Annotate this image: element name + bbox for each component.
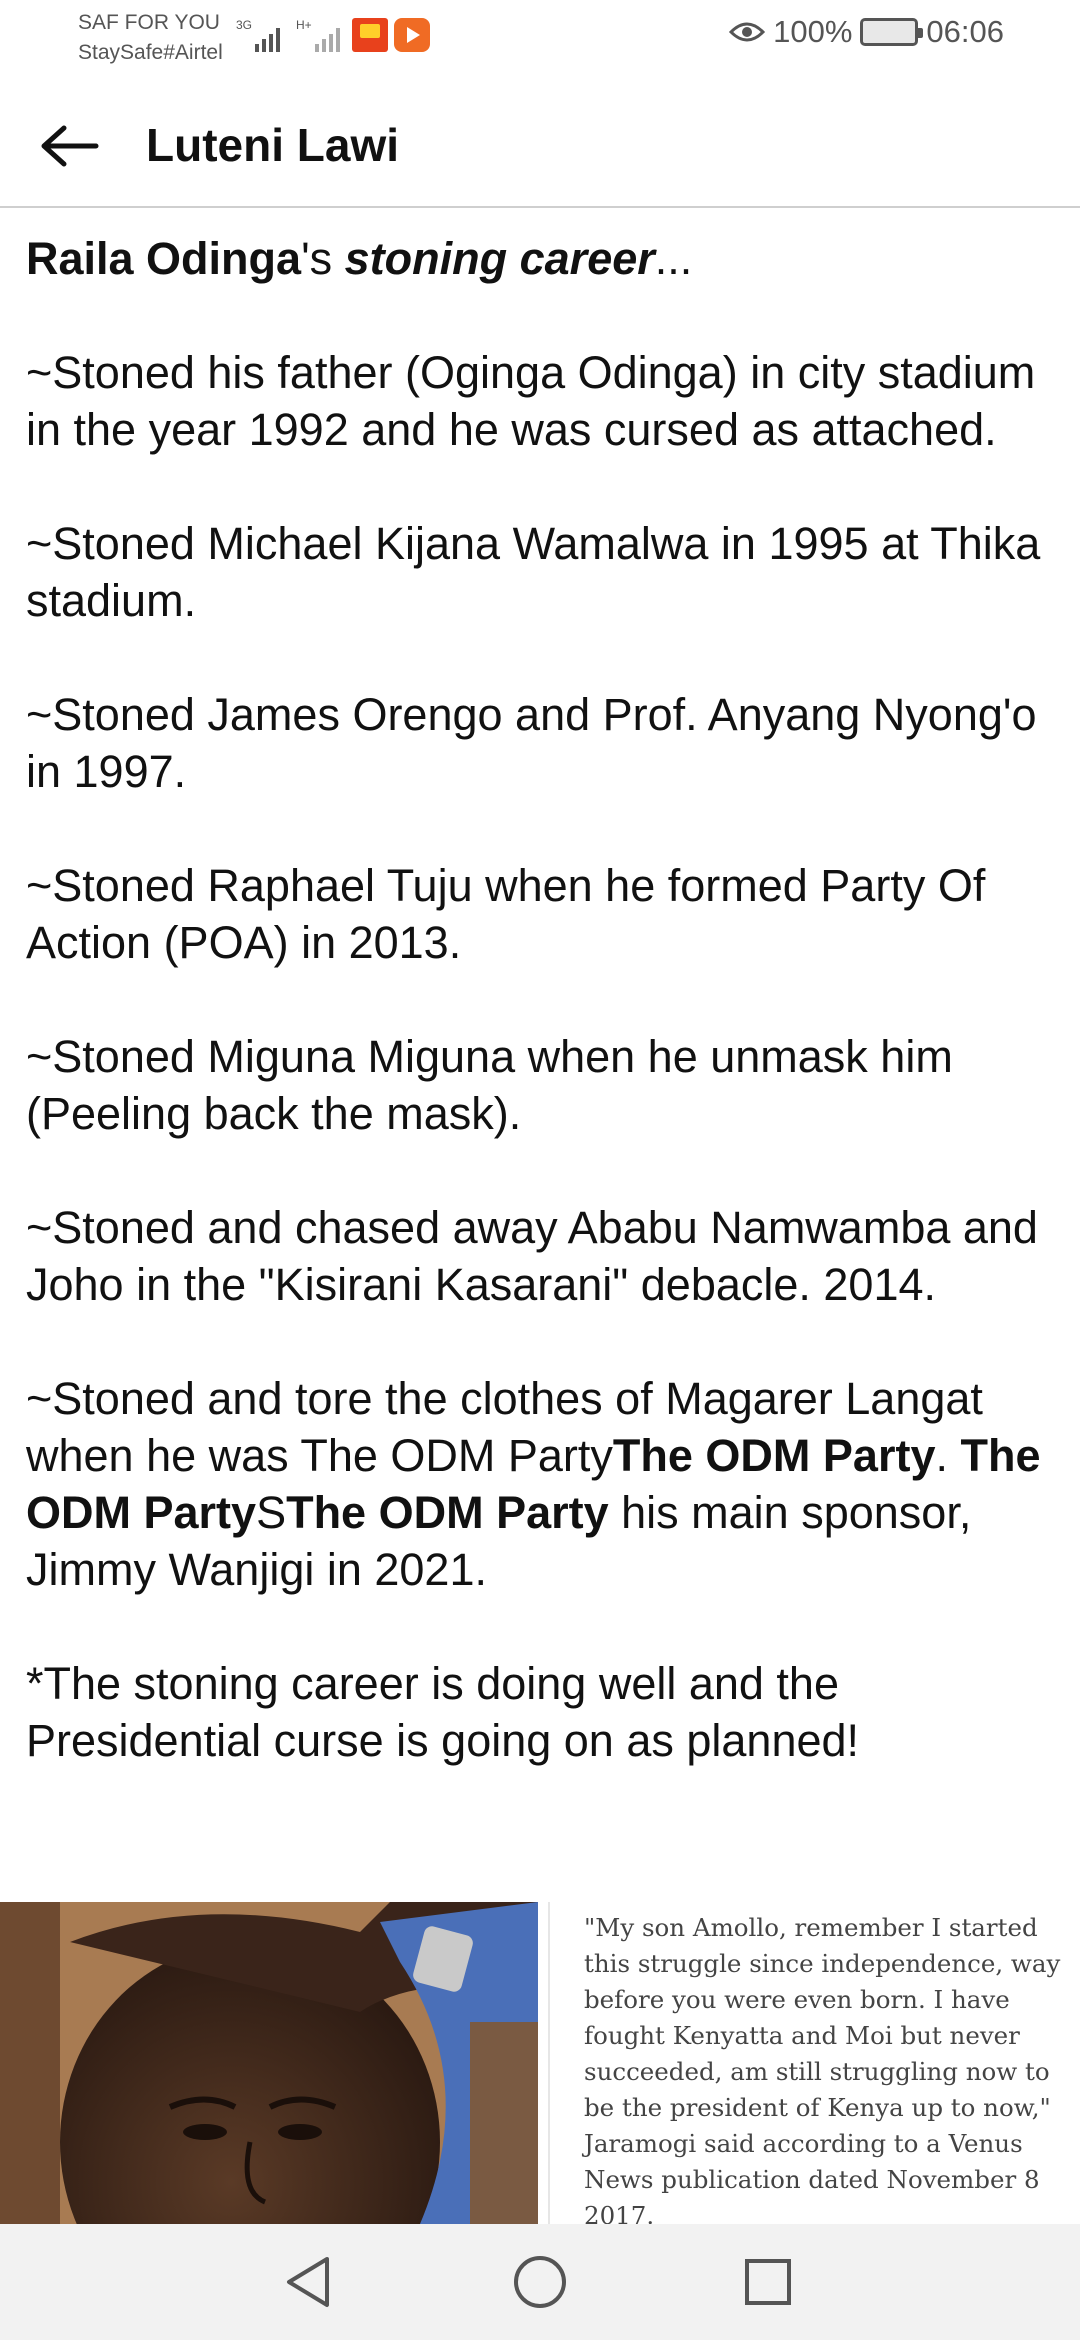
carrier-line-1: SAF FOR YOU <box>78 11 220 34</box>
network-type-1: 3G <box>236 18 253 32</box>
p7-bold-3: The ODM Party <box>286 1487 609 1538</box>
post-paragraph-8: *The stoning career is doing well and th… <box>26 1658 860 1766</box>
nav-recents-icon <box>745 2259 791 2305</box>
post-paragraph-2: ~Stoned Michael Kijana Wamalwa in 1995 a… <box>26 518 1041 626</box>
post-paragraph-5: ~Stoned Miguna Miguna when he unmask him… <box>26 1031 953 1139</box>
post-headline: Raila Odinga's stoning career... <box>26 230 1056 287</box>
signal-icon: 3G <box>236 18 281 52</box>
app-bar: Luteni Lawi <box>0 76 1080 208</box>
p7-bold-1: The ODM Party <box>612 1430 936 1481</box>
carrier-line-2: StaySafe#Airtel <box>78 41 223 64</box>
nav-recents-button[interactable] <box>732 2246 804 2318</box>
post-paragraph-4: ~Stoned Raphael Tuju when he formed Part… <box>26 860 986 968</box>
status-bar: SAF FOR YOU StaySafe#Airtel 3G H+ 100% 0… <box>0 0 1080 76</box>
back-button[interactable] <box>30 106 110 186</box>
navigation-bar <box>0 2224 1080 2340</box>
eye-comfort-icon <box>729 22 766 42</box>
headline-name: Raila Odinga <box>26 233 302 284</box>
carrier-label: SAF FOR YOU StaySafe#Airtel <box>78 8 223 68</box>
arrow-left-icon <box>41 125 99 167</box>
network-type-2: H+ <box>296 18 312 32</box>
nav-home-icon <box>514 2256 566 2308</box>
nav-back-icon <box>287 2257 329 2307</box>
page-title: Luteni Lawi <box>146 119 399 171</box>
nav-home-button[interactable] <box>504 2246 576 2318</box>
app-notification-icon <box>352 18 388 52</box>
headline-possessive: 's <box>301 233 345 284</box>
battery-percent: 100% <box>773 14 853 49</box>
video-app-icon <box>394 18 430 52</box>
nav-back-button[interactable] <box>272 2246 344 2318</box>
post-paragraph-1: ~Stoned his father (Oginga Odinga) in ci… <box>26 347 1036 455</box>
post-photo[interactable] <box>0 1902 538 2224</box>
photo-caption-quote: "My son Amollo, remember I started this … <box>548 1902 1080 2224</box>
clock: 06:06 <box>926 14 1004 49</box>
post-body: Raila Odinga's stoning career... ~Stoned… <box>26 230 1056 1769</box>
signal-icon-2: H+ <box>296 18 340 52</box>
battery-icon <box>860 18 924 46</box>
headline-career: stoning career <box>344 233 655 284</box>
headline-ellipsis: ... <box>654 233 693 284</box>
quote-text: "My son Amollo, remember I started this … <box>584 1913 1061 2224</box>
p7-text-3: S <box>256 1487 287 1538</box>
post-paragraph-3: ~Stoned James Orengo and Prof. Anyang Ny… <box>26 689 1037 797</box>
post-paragraph-6: ~Stoned and chased away Ababu Namwamba a… <box>26 1202 1038 1310</box>
photo-image <box>0 1902 538 2224</box>
post-paragraph-7: ~Stoned and tore the clothes of Magarer … <box>26 1370 1056 1598</box>
p7-text-2: . <box>935 1430 961 1481</box>
